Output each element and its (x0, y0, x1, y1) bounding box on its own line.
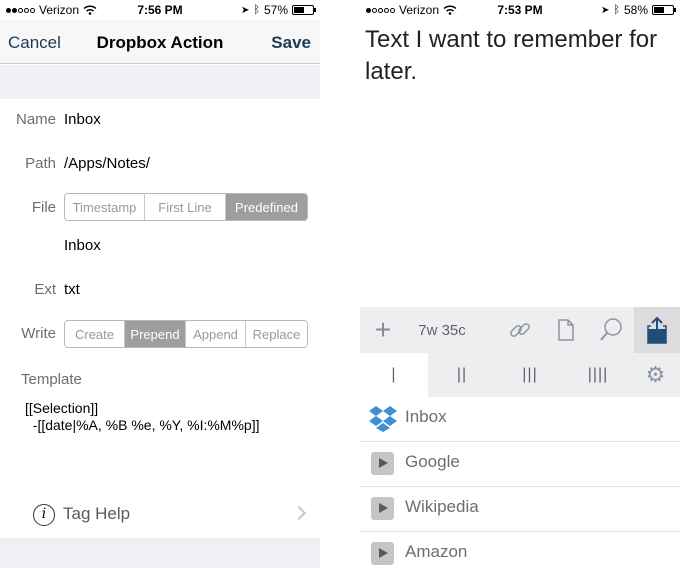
section-header-band (0, 65, 320, 99)
write-option-prepend[interactable]: Prepend (125, 321, 186, 347)
file-label: File (31, 199, 56, 216)
ext-row: Ext txt (0, 281, 320, 301)
file-name-row: Inbox (0, 237, 320, 257)
location-icon: ➤ (240, 4, 250, 16)
dropbox-action-screen: Verizon 7:56 PM ➤ ᛒ 57% Cancel Dropbox A… (0, 0, 320, 568)
dropbox-icon (369, 406, 397, 432)
battery-icon (652, 5, 676, 15)
link-icon[interactable] (506, 307, 534, 353)
write-option-replace[interactable]: Replace (246, 321, 307, 347)
bluetooth-icon: ᛒ (253, 4, 260, 16)
name-field[interactable]: Inbox (64, 111, 101, 128)
write-label: Write (21, 325, 56, 342)
write-mode-segmented-control: Create Prepend Append Replace (64, 320, 308, 348)
write-option-append[interactable]: Append (186, 321, 246, 347)
draft-text-editor[interactable]: Text I want to remember for later. (365, 24, 675, 88)
template-textarea[interactable]: [[Selection]] -[[date|%A, %B %e, %Y, %I:… (25, 400, 259, 434)
footer-band (0, 538, 320, 568)
file-option-timestamp[interactable]: Timestamp (65, 194, 145, 220)
drafts-screen: Verizon 7:53 PM ➤ ᛒ 58% Text I want to r… (360, 0, 680, 568)
tab-column-3[interactable]: ||| (496, 353, 564, 397)
tab-column-1[interactable]: | (360, 353, 428, 397)
name-label: Name (15, 111, 56, 128)
battery-percent: 58% (623, 3, 648, 17)
name-row: Name Inbox (0, 111, 320, 131)
action-label: Amazon (405, 542, 468, 561)
search-icon[interactable] (596, 307, 626, 353)
tab-column-4[interactable]: |||| (564, 353, 632, 397)
action-item-wikipedia[interactable]: Wikipedia (360, 487, 680, 532)
tag-help-label: Tag Help (63, 504, 131, 523)
action-label: Wikipedia (405, 497, 479, 516)
tab-column-2[interactable]: || (428, 353, 496, 397)
editor-toolbar: + 7w 35c (360, 307, 680, 353)
file-option-first-line[interactable]: First Line (145, 194, 226, 220)
template-label: Template (21, 371, 82, 388)
status-bar: Verizon 7:56 PM ➤ ᛒ 57% (0, 0, 320, 20)
play-icon (371, 497, 394, 520)
location-icon: ➤ (600, 4, 610, 16)
file-mode-segmented-control: Timestamp First Line Predefined (64, 193, 308, 221)
play-icon (371, 452, 394, 475)
ext-label: Ext (34, 281, 56, 298)
action-columns-tabs: | || ||| |||| ⚙ (360, 353, 680, 397)
document-icon[interactable] (552, 307, 580, 353)
status-right: ➤ ᛒ 57% (240, 3, 316, 17)
file-option-predefined[interactable]: Predefined (226, 194, 307, 220)
share-icon[interactable] (634, 307, 680, 353)
write-option-create[interactable]: Create (65, 321, 125, 347)
battery-icon (292, 5, 316, 15)
path-field[interactable]: /Apps/Notes/ (64, 155, 150, 172)
status-right: ➤ ᛒ 58% (600, 3, 676, 17)
chevron-right-icon (291, 505, 307, 521)
tag-help-row[interactable]: i Tag Help (0, 498, 320, 538)
action-item-inbox[interactable]: Inbox (360, 397, 680, 442)
status-bar: Verizon 7:53 PM ➤ ᛒ 58% (360, 0, 680, 20)
action-label: Inbox (405, 407, 447, 426)
action-label: Google (405, 452, 460, 471)
battery-percent: 57% (263, 3, 288, 17)
plus-icon[interactable]: + (368, 307, 398, 353)
action-item-google[interactable]: Google (360, 442, 680, 487)
ext-field[interactable]: txt (64, 281, 80, 298)
save-button[interactable]: Save (271, 33, 311, 53)
word-count[interactable]: 7w 35c (412, 307, 472, 353)
file-name-field[interactable]: Inbox (64, 237, 101, 254)
navigation-bar: Cancel Dropbox Action Save (0, 20, 320, 64)
path-row: Path /Apps/Notes/ (0, 155, 320, 175)
path-label: Path (25, 155, 56, 172)
info-icon: i (33, 504, 55, 526)
gear-icon[interactable]: ⚙ (632, 353, 680, 397)
play-icon (371, 542, 394, 565)
action-item-amazon[interactable]: Amazon (360, 532, 680, 568)
bluetooth-icon: ᛒ (613, 4, 620, 16)
